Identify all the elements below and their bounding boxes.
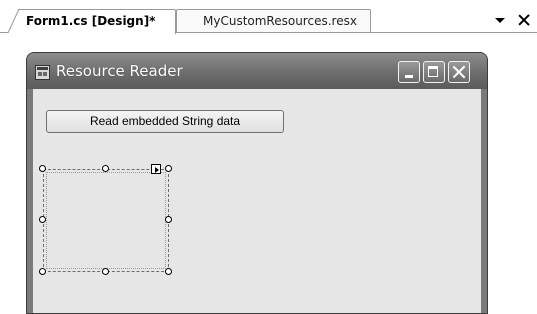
tab-label: MyCustomResources.resx (203, 14, 357, 28)
form-window[interactable]: Resource Reader Read embedded String dat… (26, 52, 488, 314)
resize-handle-top-left[interactable] (39, 165, 46, 172)
resize-handle-right[interactable] (165, 216, 172, 223)
read-embedded-string-button[interactable]: Read embedded String data (46, 110, 284, 133)
document-tab-strip: Form1.cs [Design]* MyCustomResources.res… (0, 0, 537, 34)
resize-handle-bottom[interactable] (102, 268, 109, 275)
tab-mycustomresources[interactable]: MyCustomResources.resx (176, 9, 371, 33)
dropdown-arrow-icon[interactable] (493, 13, 507, 27)
resize-handle-left[interactable] (39, 216, 46, 223)
minimize-icon (405, 75, 413, 78)
active-tab-slant (8, 9, 19, 33)
form-icon (35, 65, 50, 80)
resize-handle-bottom-right[interactable] (165, 268, 172, 275)
tab-form1-design[interactable]: Form1.cs [Design]* (8, 9, 176, 34)
window-titlebar[interactable]: Resource Reader (27, 53, 487, 89)
minimize-button[interactable] (398, 61, 420, 83)
close-icon[interactable] (517, 13, 531, 27)
tab-tools (493, 10, 531, 30)
resize-handle-top-right[interactable] (165, 165, 172, 172)
picture-box[interactable] (39, 164, 172, 275)
maximize-icon (428, 66, 438, 77)
designer-surface[interactable]: Resource Reader Read embedded String dat… (0, 33, 537, 314)
tab-label: Form1.cs [Design]* (26, 14, 156, 28)
window-title: Resource Reader (56, 62, 183, 80)
close-button[interactable] (448, 61, 470, 83)
form-client-area[interactable]: Read embedded String data (33, 89, 481, 313)
resize-handle-top[interactable] (102, 165, 109, 172)
picture-box-border (43, 169, 169, 272)
maximize-button[interactable] (423, 61, 445, 83)
resize-handle-bottom-left[interactable] (39, 268, 46, 275)
smart-tag-arrow-icon[interactable] (151, 164, 161, 174)
